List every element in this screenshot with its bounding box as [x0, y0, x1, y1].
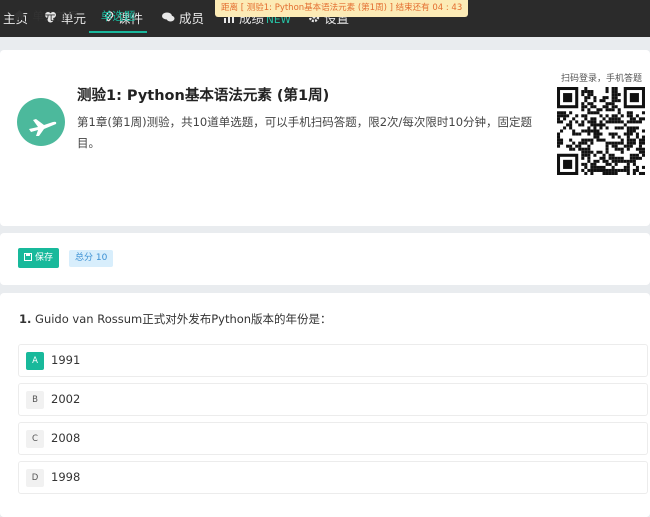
option-c[interactable]: C 2008: [18, 422, 648, 455]
option-b[interactable]: B 2002: [18, 383, 648, 416]
floppy-icon: [24, 253, 32, 261]
option-letter: C: [26, 430, 44, 448]
option-text: 2008: [51, 431, 81, 445]
plane-icon: [29, 119, 57, 136]
option-letter: B: [26, 391, 44, 409]
qr-code[interactable]: [557, 87, 645, 175]
option-text: 1998: [51, 470, 81, 484]
option-text: 2002: [51, 392, 81, 406]
total-score-badge: 总分 10: [69, 250, 114, 267]
nav-item-label: 成员: [179, 11, 205, 26]
chat-icon: [162, 1, 175, 38]
question-number: 1.: [19, 312, 32, 326]
quiz-description: 第1章(第1周)测验，共10道单选题，可以手机扫码答题，限2次/每次限时10分钟…: [77, 115, 533, 150]
option-letter: D: [26, 469, 44, 487]
home-icon: [14, 10, 29, 23]
tab-single-choice[interactable]: 单选题: [89, 0, 147, 33]
option-letter: A: [26, 352, 44, 370]
option-d[interactable]: D 1998: [18, 461, 648, 494]
option-a[interactable]: A 1991: [18, 344, 648, 377]
save-label: 保存: [35, 253, 54, 263]
nav-item-members[interactable]: 成员: [162, 0, 204, 37]
tab-label: 单选题: [100, 9, 136, 23]
question-text: Guido van Rossum正式对外发布Python版本的年份是：: [35, 312, 332, 326]
save-button[interactable]: 保存: [18, 248, 60, 268]
question-stem: 1. Guido van Rossum正式对外发布Python版本的年份是：: [19, 311, 332, 327]
course-logo: [17, 98, 65, 146]
scan-tip: 扫码登录，手机答题: [561, 74, 643, 84]
tab-unit-home[interactable]: 单元首页: [14, 0, 79, 33]
countdown-banner: 距离 [ 测验1: Python基本语法元素 (第1周) ] 结束还有 04 :…: [215, 0, 469, 17]
option-text: 1991: [51, 353, 81, 367]
quiz-title: 测验1: Python基本语法元素 (第1周): [77, 88, 330, 104]
tab-label: 单元首页: [32, 9, 79, 23]
